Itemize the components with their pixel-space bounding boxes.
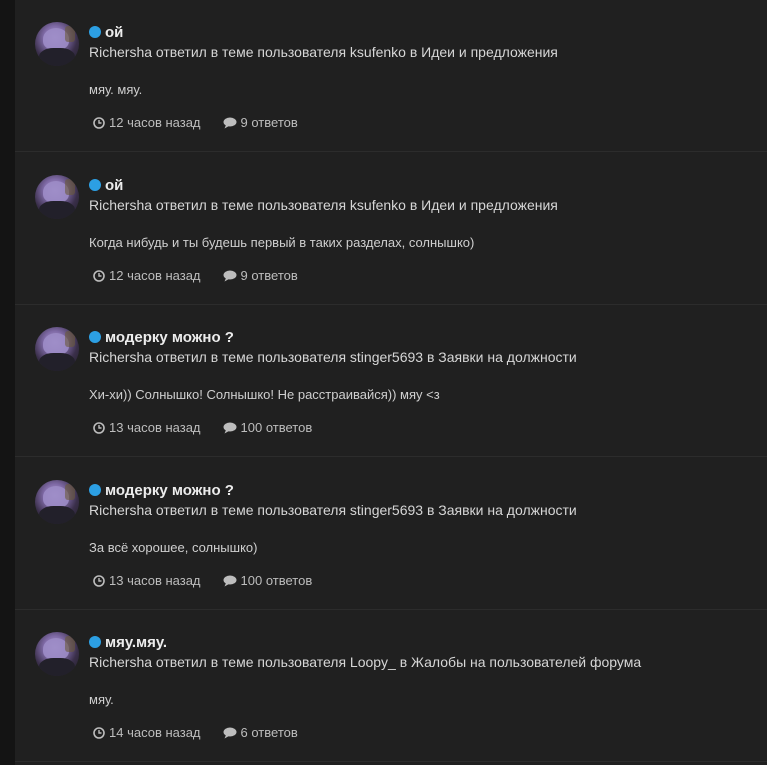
user-avatar[interactable] [35,175,79,219]
action-description: Richersha ответил в теме пользователя st… [89,502,577,518]
comment-icon [223,270,237,281]
time-text: 14 часов назад [109,725,201,740]
title-row: мяу.мяу. [89,632,167,652]
user-avatar[interactable] [35,480,79,524]
meta-row: 14 часов назад 6 ответов [93,725,320,740]
unread-dot-icon [89,26,101,38]
unread-dot-icon [89,331,101,343]
activity-feed: ой Richersha ответил в теме пользователя… [15,0,767,765]
post-excerpt: Хи-хи)) Солнышко! Солнышко! Не расстраив… [89,387,440,402]
post-excerpt: мяу. [89,692,114,707]
post-excerpt: мяу. мяу. [89,82,143,97]
reply-count: 9 ответов [223,115,298,130]
title-row: ой [89,22,123,42]
activity-item: модерку можно ? Richersha ответил в теме… [15,305,767,457]
action-description: Richersha ответил в теме пользователя st… [89,349,577,365]
time-text: 13 часов назад [109,573,201,588]
action-description: Richersha ответил в теме пользователя ks… [89,44,558,60]
action-description: Richersha ответил в теме пользователя ks… [89,197,558,213]
user-avatar[interactable] [35,22,79,66]
activity-item: ой Richersha ответил в теме пользователя… [15,153,767,305]
topic-title-link[interactable]: модерку можно ? [105,329,234,346]
post-time: 13 часов назад [93,420,201,435]
activity-item: мяу.мяу. Richersha ответил в теме пользо… [15,610,767,762]
clock-icon [93,574,105,587]
meta-row: 13 часов назад 100 ответов [93,420,334,435]
replies-text: 9 ответов [240,268,298,283]
replies-text: 100 ответов [240,420,313,435]
meta-row: 13 часов назад 100 ответов [93,573,334,588]
user-avatar[interactable] [35,327,79,371]
time-text: 12 часов назад [109,115,201,130]
topic-title-link[interactable]: мяу.мяу. [105,634,167,651]
post-time: 12 часов назад [93,115,201,130]
time-text: 13 часов назад [109,420,201,435]
left-sidebar-strip [0,0,15,765]
time-text: 12 часов назад [109,268,201,283]
topic-title-link[interactable]: модерку можно ? [105,482,234,499]
clock-icon [93,269,105,282]
unread-dot-icon [89,179,101,191]
topic-title-link[interactable]: ой [105,24,123,41]
post-time: 12 часов назад [93,268,201,283]
replies-text: 100 ответов [240,573,313,588]
topic-title-link[interactable]: ой [105,177,123,194]
unread-dot-icon [89,636,101,648]
clock-icon [93,421,105,434]
unread-dot-icon [89,484,101,496]
activity-item: модерку можно ? Richersha ответил в теме… [15,458,767,610]
post-time: 13 часов назад [93,573,201,588]
title-row: модерку можно ? [89,480,234,500]
title-row: модерку можно ? [89,327,234,347]
reply-count: 100 ответов [223,573,313,588]
reply-count: 6 ответов [223,725,298,740]
reply-count: 100 ответов [223,420,313,435]
user-avatar[interactable] [35,632,79,676]
replies-text: 9 ответов [240,115,298,130]
meta-row: 12 часов назад 9 ответов [93,115,320,130]
comment-icon [223,727,237,738]
post-time: 14 часов назад [93,725,201,740]
replies-text: 6 ответов [240,725,298,740]
clock-icon [93,726,105,739]
clock-icon [93,116,105,129]
comment-icon [223,117,237,128]
post-excerpt: Когда нибудь и ты будешь первый в таких … [89,235,475,250]
activity-item: ой Richersha ответил в теме пользователя… [15,0,767,152]
comment-icon [223,422,237,433]
comment-icon [223,575,237,586]
activity-page: ой Richersha ответил в теме пользователя… [0,0,767,765]
action-description: Richersha ответил в теме пользователя Lo… [89,654,642,670]
meta-row: 12 часов назад 9 ответов [93,268,320,283]
reply-count: 9 ответов [223,268,298,283]
title-row: ой [89,175,123,195]
post-excerpt: За всё хорошее, солнышко) [89,540,258,555]
